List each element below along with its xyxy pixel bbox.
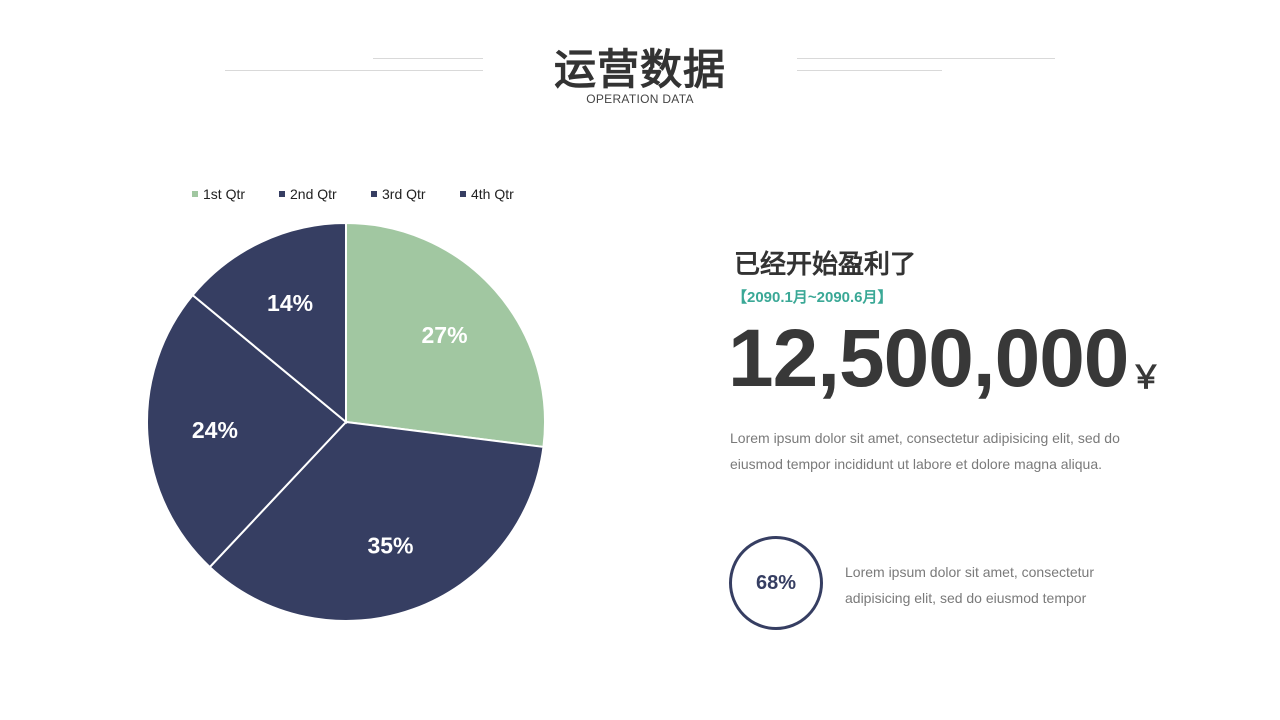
legend-label: 1st Qtr <box>203 186 246 202</box>
description-text: Lorem ipsum dolor sit amet, consectetur … <box>730 430 1120 472</box>
pie-data-label: 14% <box>267 290 313 316</box>
chart-legend: 1st Qtr 2nd Qtr 3rd Qtr 4th Qtr <box>192 186 530 202</box>
pie-data-label: 24% <box>192 417 238 443</box>
legend-swatch <box>192 191 198 197</box>
legend-item: 4th Qtr <box>460 186 530 202</box>
page-title: 运营数据 <box>553 45 726 94</box>
legend-label: 3rd Qtr <box>382 186 426 202</box>
legend-swatch <box>371 191 377 197</box>
profit-headline: 已经开始盈利了 <box>734 250 917 280</box>
ring-percent-label: 68% <box>755 571 797 594</box>
legend-swatch <box>460 191 466 197</box>
legend-label: 4th Qtr <box>471 186 514 202</box>
period-label: 【2090.1月~2090.6月】 <box>732 289 893 306</box>
legend-item: 1st Qtr <box>192 186 279 202</box>
revenue-amount: 12,500,000 <box>728 313 1129 404</box>
ring-description-text: Lorem ipsum dolor sit amet, consectetur … <box>845 564 1094 606</box>
page-subtitle: OPERATION DATA <box>586 92 694 106</box>
pie-data-label: 35% <box>367 533 413 559</box>
currency-symbol: ￥ <box>1130 359 1163 395</box>
pie-chart: 27% 35% 24% 14% <box>146 222 546 622</box>
legend-swatch <box>279 191 285 197</box>
legend-label: 2nd Qtr <box>290 186 337 202</box>
pie-data-label: 27% <box>421 322 467 348</box>
legend-item: 2nd Qtr <box>279 186 371 202</box>
percent-ring: 68% <box>729 536 823 630</box>
legend-item: 3rd Qtr <box>371 186 460 202</box>
